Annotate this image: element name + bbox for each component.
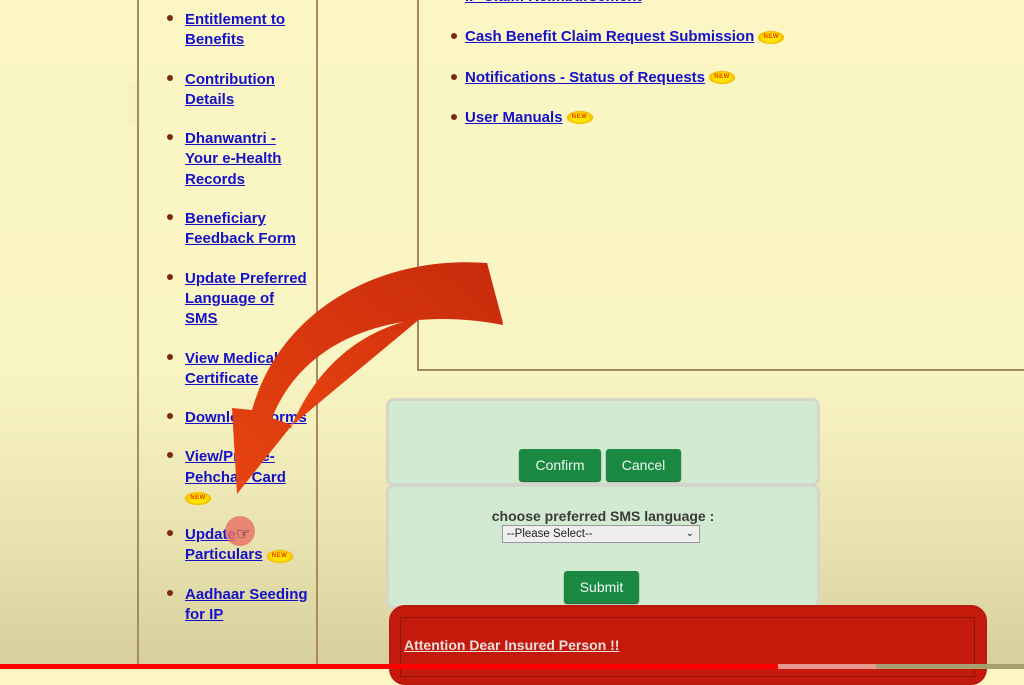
cancel-button[interactable]: Cancel [606, 449, 681, 481]
left-column-divider [137, 0, 139, 669]
sms-language-label: choose preferred SMS language : [491, 508, 715, 524]
bullet-icon [167, 134, 173, 141]
sidebar-link[interactable]: Update Preferred Language of SMS [185, 270, 307, 328]
bullet-icon [167, 353, 173, 360]
service-link[interactable]: Notifications - Status of Requests [465, 69, 705, 86]
confirm-button[interactable]: Confirm [519, 449, 601, 481]
confirm-panel [386, 398, 820, 486]
chevron-down-icon: ⌄ [685, 528, 694, 539]
service-item: User Manuals NEW [447, 108, 784, 128]
services-list: IP Claim Reimbursement Cash Benefit Claim… [447, 0, 785, 148]
sidebar-link[interactable]: Aadhaar Seeding for IP [185, 586, 308, 623]
new-badge-icon: NEW [758, 30, 785, 44]
sidebar-link[interactable]: Entitlement to Benefits [185, 11, 285, 48]
new-badge-icon: NEW [709, 70, 736, 84]
sidebar-link[interactable]: Download Forms [185, 409, 307, 426]
bullet-icon [167, 74, 173, 81]
sidebar-menu: Entitlement to Benefits Contribution Deta… [160, 10, 310, 644]
bullet-icon [451, 33, 457, 40]
sidebar-link[interactable]: Beneficiary Feedback Form [185, 210, 296, 247]
sidebar-item: Aadhaar Seeding for IP [160, 585, 310, 626]
sidebar-item: Beneficiary Feedback Form [160, 209, 310, 250]
bullet-icon [451, 113, 457, 120]
sidebar-item: Update Preferred Language of SMS [160, 269, 310, 330]
bullet-icon [167, 273, 173, 280]
bullet-icon [167, 589, 173, 596]
attention-title[interactable]: Attention Dear Insured Person !! [404, 637, 619, 653]
sms-language-select[interactable]: --Please Select-- ⌄ [502, 525, 700, 543]
sidebar-link[interactable]: View/Print e-Pehchan Card [185, 448, 286, 485]
sidebar-item: Download Forms [160, 408, 310, 428]
sidebar-item: View Medical Certificate [160, 349, 310, 390]
submit-button[interactable]: Submit [564, 571, 639, 603]
new-badge-icon: NEW [566, 111, 593, 125]
service-item: Notifications - Status of Requests NEW [447, 68, 784, 88]
sidebar-item: Contribution Details [160, 70, 310, 111]
sidebar-link[interactable]: Dhanwantri - Your e-Health Records [185, 130, 281, 188]
service-link[interactable]: User Manuals [465, 109, 563, 126]
service-link[interactable]: IP Claim Reimbursement [465, 0, 641, 5]
bullet-icon [167, 413, 173, 420]
sidebar-item: View/Print e-Pehchan Card NEW [160, 447, 310, 506]
video-progress-buffered [778, 664, 876, 669]
sidebar-item: Dhanwantri - Your e-Health Records [160, 129, 310, 190]
sidebar-item: Entitlement to Benefits [160, 10, 310, 51]
service-item: Cash Benefit Claim Request Submission NEW [447, 27, 785, 47]
sidebar-link[interactable]: Contribution Details [185, 71, 275, 108]
bullet-icon [167, 530, 173, 537]
bullet-icon [451, 73, 457, 80]
service-link[interactable]: Cash Benefit Claim Request Submission [465, 28, 754, 45]
video-progress-played [0, 664, 779, 669]
new-badge-icon: NEW [185, 491, 211, 505]
hand-pointer-icon: ☞ [236, 526, 251, 543]
bullet-icon [167, 15, 173, 21]
bullet-icon [167, 214, 173, 221]
new-badge-icon: NEW [266, 550, 293, 564]
sidebar-link[interactable]: View Medical Certificate [185, 350, 278, 387]
middle-column-divider [316, 0, 318, 669]
bullet-icon [167, 452, 173, 459]
sms-language-selected: --Please Select-- [507, 528, 593, 540]
service-item: IP Claim Reimbursement [447, 0, 784, 7]
